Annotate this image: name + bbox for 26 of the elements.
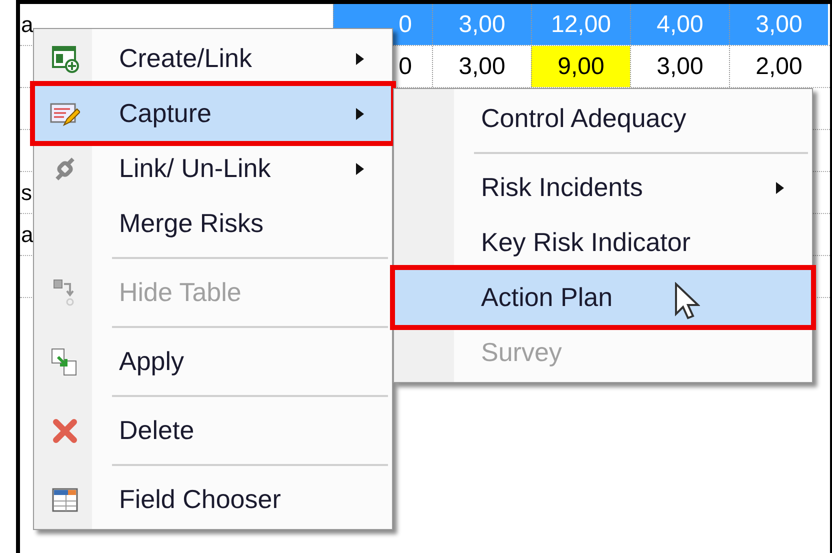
menu-item[interactable]: Field Chooser (35, 472, 391, 527)
delete-icon (51, 416, 79, 444)
table-columns-icon (51, 486, 79, 514)
menu-item[interactable]: Key Risk Indicator (395, 215, 811, 270)
menu-item[interactable]: Merge Risks (35, 196, 391, 251)
menu-item[interactable]: Control Adequacy (395, 91, 811, 146)
window-add-icon (51, 44, 79, 72)
table-cell: 3,00 (729, 4, 828, 45)
submenu-arrow-icon (355, 52, 365, 66)
table-cell: 3,00 (432, 4, 531, 45)
submenu-arrow-icon (355, 106, 365, 120)
row-label: a (21, 221, 34, 249)
menu-item[interactable]: Apply (35, 334, 391, 389)
submenu-arrow-icon (355, 162, 365, 176)
table-cell: 12,00 (531, 4, 630, 45)
row-label: a (21, 11, 34, 39)
menu-item[interactable]: Capture (35, 86, 391, 141)
menu-item[interactable]: Action Plan (395, 270, 811, 325)
menu-item[interactable]: Delete (35, 403, 391, 458)
menu-item[interactable]: Link/ Un-Link (35, 141, 391, 196)
mouse-cursor-icon (674, 282, 700, 320)
row-label: s (21, 179, 32, 207)
table-cell: 9,00 (531, 46, 630, 87)
submenu-arrow-icon (775, 180, 785, 194)
table-cell: 4,00 (630, 4, 729, 45)
menu-item[interactable]: Risk Incidents (395, 160, 811, 215)
